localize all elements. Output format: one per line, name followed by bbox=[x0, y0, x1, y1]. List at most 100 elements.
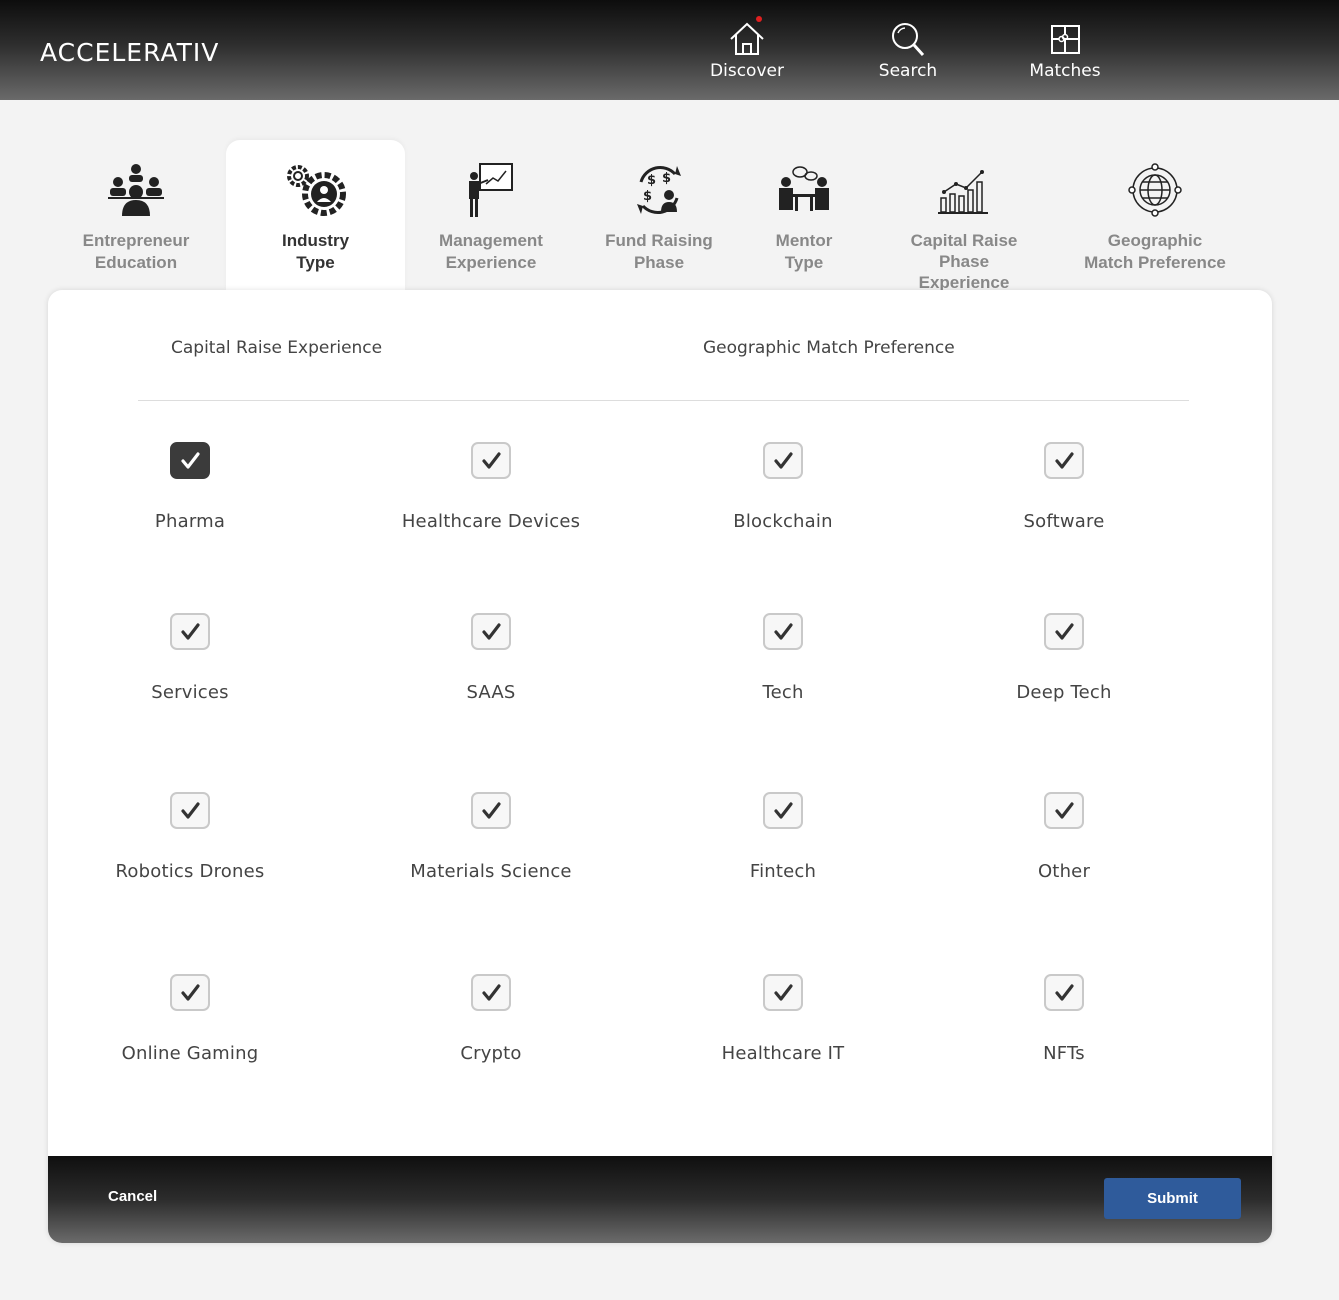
check-icon bbox=[482, 802, 501, 819]
tab-fund-raising-phase[interactable]: $ $ $ Fund Raising Phase bbox=[601, 140, 717, 290]
check-icon bbox=[181, 452, 200, 469]
check-icon bbox=[482, 452, 501, 469]
option-item[interactable]: Tech bbox=[653, 613, 913, 703]
option-checkbox[interactable] bbox=[763, 613, 803, 650]
option-item[interactable]: Blockchain bbox=[653, 442, 913, 532]
tab-label-line2: Education bbox=[94, 253, 178, 272]
option-checkbox[interactable] bbox=[1044, 442, 1084, 479]
option-item[interactable]: Robotics Drones bbox=[60, 792, 320, 882]
tab-label-line1: Geographic bbox=[1107, 231, 1203, 250]
notification-dot bbox=[756, 16, 762, 22]
option-checkbox[interactable] bbox=[170, 974, 210, 1011]
option-checkbox[interactable] bbox=[1044, 792, 1084, 829]
tab-management-experience[interactable]: Management Experience bbox=[430, 140, 552, 290]
svg-text:$: $ bbox=[647, 173, 656, 188]
tab-label-line2: Experience bbox=[445, 253, 537, 272]
option-label: Healthcare IT bbox=[721, 1043, 845, 1064]
option-label: Other bbox=[1037, 861, 1091, 882]
tab-label-line2: Type bbox=[784, 253, 824, 272]
option-checkbox[interactable] bbox=[170, 442, 210, 479]
tab-label-line1: Capital Raise bbox=[910, 231, 1018, 250]
option-label: Crypto bbox=[460, 1043, 522, 1064]
option-checkbox[interactable] bbox=[1044, 974, 1084, 1011]
tab-entrepreneur-education[interactable]: Entrepreneur Education bbox=[68, 140, 204, 290]
option-checkbox[interactable] bbox=[471, 974, 511, 1011]
option-item[interactable]: Other bbox=[934, 792, 1194, 882]
check-icon bbox=[774, 802, 793, 819]
presenter-icon bbox=[469, 163, 513, 217]
option-item[interactable]: Materials Science bbox=[361, 792, 621, 882]
check-icon bbox=[181, 984, 200, 1001]
submit-button[interactable]: Submit bbox=[1104, 1178, 1241, 1219]
tab-label-line1: Industry bbox=[281, 231, 350, 250]
check-icon bbox=[181, 802, 200, 819]
option-checkbox[interactable] bbox=[763, 442, 803, 479]
option-item[interactable]: Healthcare Devices bbox=[361, 442, 621, 532]
subhead-capital-raise: Capital Raise Experience bbox=[171, 338, 383, 358]
option-checkbox[interactable] bbox=[471, 613, 511, 650]
tab-label-line1: Mentor bbox=[775, 231, 833, 250]
nav-matches-label: Matches bbox=[1029, 61, 1101, 81]
check-icon bbox=[482, 623, 501, 640]
tab-label-line2: Match Preference bbox=[1084, 253, 1226, 272]
option-checkbox[interactable] bbox=[471, 442, 511, 479]
option-item[interactable]: Deep Tech bbox=[934, 613, 1194, 703]
option-item[interactable]: SAAS bbox=[361, 613, 621, 703]
nav-discover[interactable]: Discover bbox=[692, 16, 802, 81]
growth-chart-icon bbox=[938, 170, 988, 214]
option-checkbox[interactable] bbox=[471, 792, 511, 829]
option-label: NFTs bbox=[1043, 1043, 1085, 1064]
option-item[interactable]: Services bbox=[60, 613, 320, 703]
check-icon bbox=[181, 623, 200, 640]
option-item[interactable]: Pharma bbox=[60, 442, 320, 532]
option-label: Robotics Drones bbox=[115, 861, 265, 882]
option-item[interactable]: NFTs bbox=[934, 974, 1194, 1064]
option-checkbox[interactable] bbox=[763, 792, 803, 829]
tab-label-line2: Type bbox=[296, 253, 335, 272]
nav-matches[interactable]: Matches bbox=[1010, 20, 1120, 81]
check-icon bbox=[482, 984, 501, 1001]
top-navigation-bar: ACCELERATIV Discover Search Matches bbox=[0, 0, 1339, 100]
gears-icon bbox=[286, 165, 346, 216]
tab-capital-raise-phase-experience[interactable]: Capital Raise Phase Experience bbox=[897, 140, 1031, 292]
divider bbox=[138, 400, 1189, 401]
check-icon bbox=[1055, 802, 1074, 819]
check-icon bbox=[774, 452, 793, 469]
nav-discover-label: Discover bbox=[710, 61, 784, 81]
people-icon bbox=[108, 164, 164, 216]
option-label: Healthcare Devices bbox=[401, 511, 581, 532]
app-logo[interactable]: ACCELERATIV bbox=[40, 38, 219, 67]
panel-footer: Cancel Submit bbox=[48, 1156, 1272, 1243]
industry-type-panel: Capital Raise Experience Geographic Matc… bbox=[48, 290, 1272, 1243]
tab-mentor-type[interactable]: Mentor Type bbox=[764, 140, 844, 290]
option-label: Tech bbox=[762, 682, 804, 703]
option-label: Pharma bbox=[154, 511, 226, 532]
option-item[interactable]: Fintech bbox=[653, 792, 913, 882]
tab-geographic-match-preference[interactable]: Geographic Match Preference bbox=[1084, 140, 1226, 290]
check-icon bbox=[1055, 984, 1074, 1001]
cancel-button[interactable]: Cancel bbox=[108, 1188, 157, 1205]
option-item[interactable]: Crypto bbox=[361, 974, 621, 1064]
tab-label-line1: Management bbox=[439, 231, 543, 250]
option-item[interactable]: Online Gaming bbox=[60, 974, 320, 1064]
svg-text:$: $ bbox=[643, 189, 652, 204]
option-label: Materials Science bbox=[410, 861, 572, 882]
tab-label-line1: Fund Raising bbox=[605, 231, 713, 250]
option-item[interactable]: Healthcare IT bbox=[653, 974, 913, 1064]
check-icon bbox=[774, 623, 793, 640]
puzzle-icon bbox=[1051, 25, 1080, 54]
option-item[interactable]: Software bbox=[934, 442, 1194, 532]
option-checkbox[interactable] bbox=[763, 974, 803, 1011]
option-checkbox[interactable] bbox=[170, 613, 210, 650]
svg-text:$: $ bbox=[662, 171, 671, 186]
tab-industry-type[interactable]: Industry Type bbox=[226, 140, 405, 290]
subhead-geographic: Geographic Match Preference bbox=[703, 338, 955, 358]
option-checkbox[interactable] bbox=[170, 792, 210, 829]
option-label: SAAS bbox=[466, 682, 516, 703]
search-icon bbox=[892, 23, 925, 57]
globe-icon bbox=[1128, 163, 1182, 217]
option-label: Blockchain bbox=[733, 511, 833, 532]
tab-label-line2: Phase bbox=[633, 253, 685, 272]
option-checkbox[interactable] bbox=[1044, 613, 1084, 650]
nav-search[interactable]: Search bbox=[853, 20, 963, 81]
